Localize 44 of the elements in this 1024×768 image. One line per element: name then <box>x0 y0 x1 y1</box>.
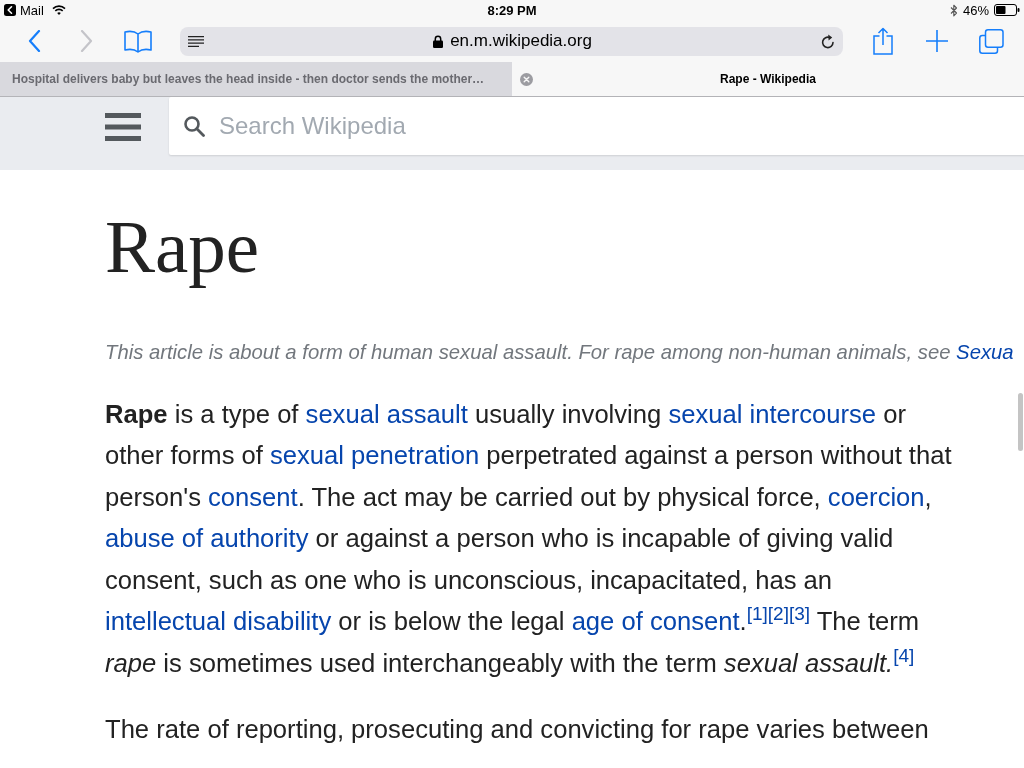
stacked-squares-icon <box>978 28 1004 54</box>
back-arrow-icon <box>4 4 16 16</box>
reload-icon <box>821 33 835 49</box>
browser-tab[interactable]: Rape - Wikipedia <box>512 62 1024 96</box>
chevron-right-icon <box>79 30 93 52</box>
lock-icon <box>433 34 444 48</box>
article-link[interactable]: sexual intercourse <box>668 399 877 428</box>
plus-icon <box>926 30 948 52</box>
article-paragraph: The rate of reporting, prosecuting and convicting for rape varies between <box>105 713 930 745</box>
reload-button[interactable] <box>821 33 835 49</box>
wifi-icon <box>51 5 66 15</box>
article-link[interactable]: consent <box>208 482 298 511</box>
battery-icon <box>994 4 1020 16</box>
menu-button[interactable] <box>105 113 141 141</box>
search-field[interactable]: Search Wikipedia <box>169 97 1024 155</box>
menu-icon <box>105 113 141 141</box>
scroll-indicator <box>1018 393 1023 451</box>
battery-percentage: 46% <box>962 2 989 18</box>
address-text: en.m.wikipedia.org <box>450 31 592 51</box>
chevron-left-icon <box>27 30 41 52</box>
bluetooth-icon <box>949 3 958 17</box>
lines-icon <box>188 35 204 47</box>
address-bar[interactable]: en.m.wikipedia.org <box>180 26 843 56</box>
browser-tab[interactable]: Hospital delivers baby but leaves the head inside - then doctor sends the mother… <box>0 62 512 96</box>
close-icon <box>520 73 533 86</box>
hatnote: This article is about a form of human sexual assault. For rape among non-human animals, see Sexua <box>105 340 1014 365</box>
article-link[interactable]: Sexua <box>956 341 1014 363</box>
back-to-app-button[interactable]: Mail <box>4 2 44 18</box>
reference-link[interactable]: [3] <box>788 603 811 625</box>
reader-button[interactable] <box>188 35 204 47</box>
share-icon <box>873 27 893 55</box>
article-link[interactable]: intellectual disability <box>105 607 332 636</box>
article-link[interactable]: coercion <box>827 482 925 511</box>
reference-link[interactable]: [2] <box>767 603 789 625</box>
reference-link[interactable]: [4] <box>893 644 915 666</box>
article-link[interactable]: age of consent <box>571 607 740 636</box>
search-icon <box>184 116 205 137</box>
article-link[interactable]: abuse of authority <box>105 524 309 553</box>
status-time: 8:29 PM <box>487 2 537 18</box>
article-link[interactable]: sexual assault <box>305 399 468 428</box>
close-tab-button[interactable] <box>520 73 533 86</box>
reference-link[interactable]: [1] <box>746 603 768 625</box>
article-link[interactable]: sexual penetration <box>270 441 480 470</box>
book-icon <box>124 29 152 53</box>
